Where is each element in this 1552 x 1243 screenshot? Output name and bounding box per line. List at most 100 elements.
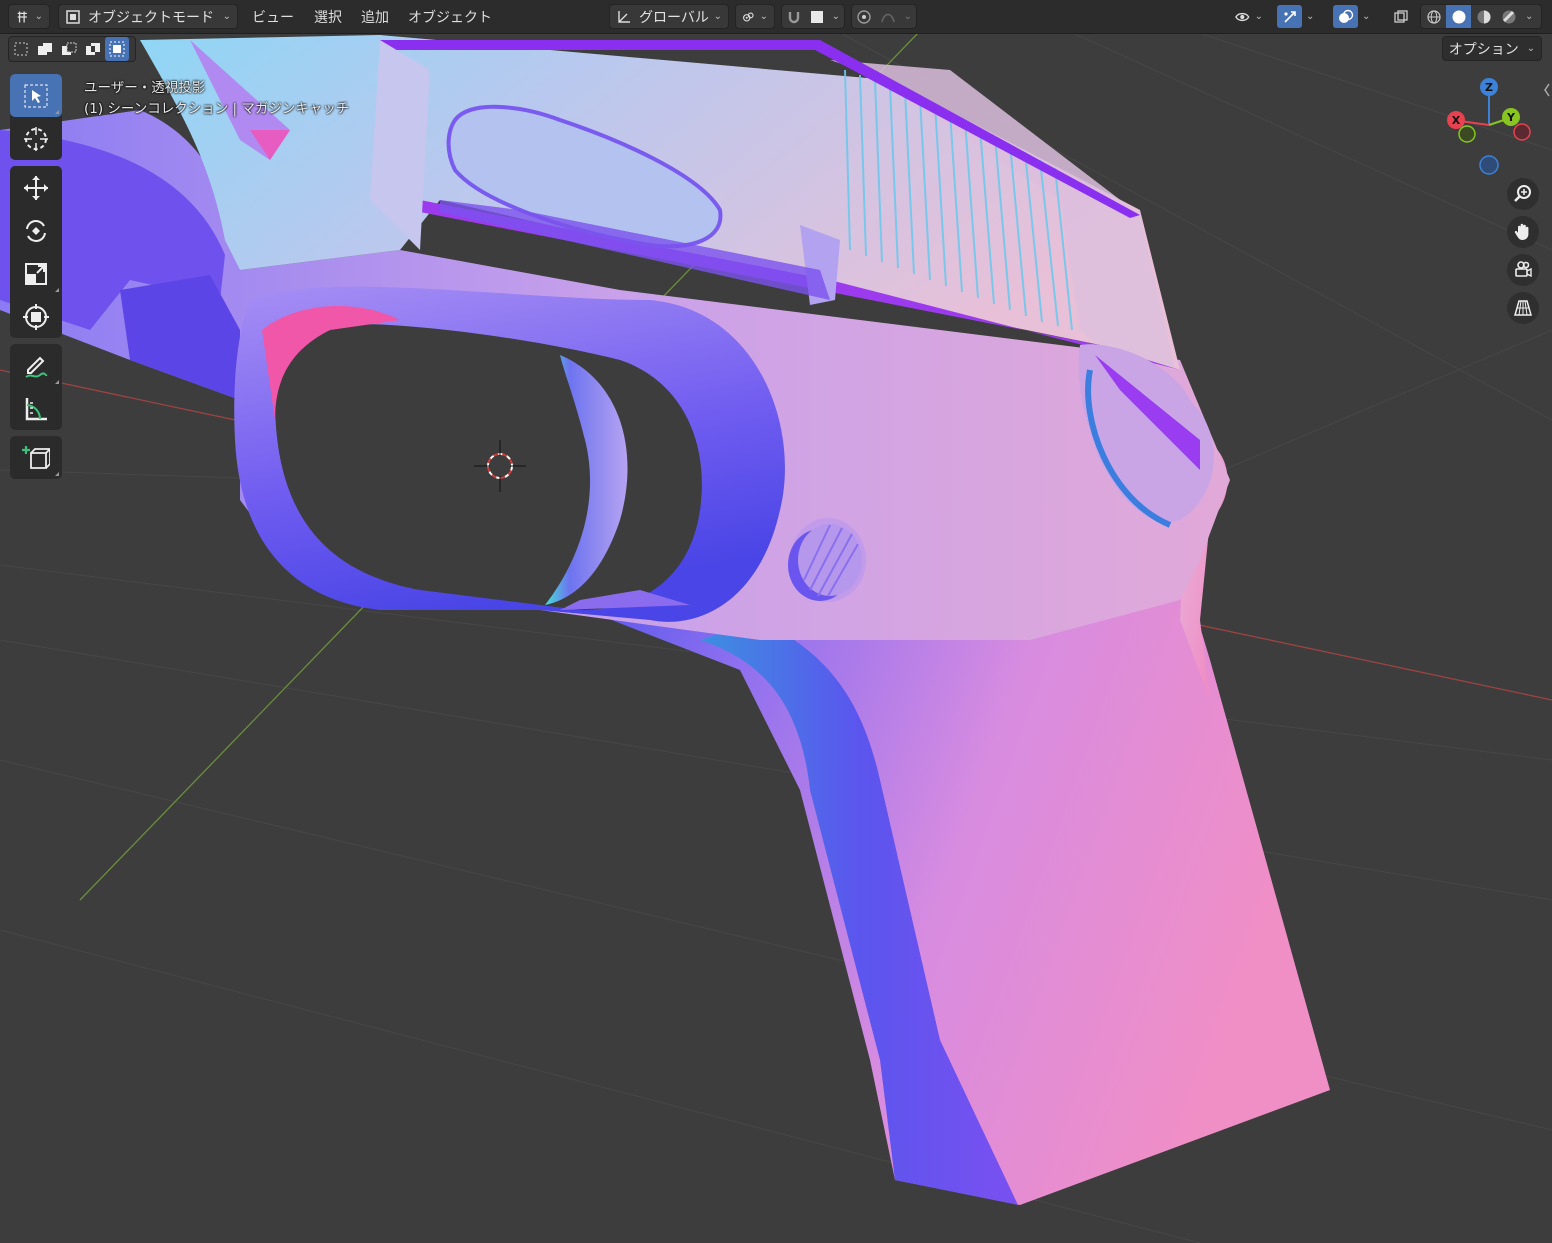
editor-type-button[interactable]: ⌄ xyxy=(8,4,50,29)
select-mode-subtract[interactable] xyxy=(57,37,81,61)
shading-group: ⌄ xyxy=(1420,4,1542,29)
proportional-edit-icon xyxy=(857,9,871,24)
chevron-down-icon: ⌄ xyxy=(831,11,840,22)
gizmo-group: ⌄ xyxy=(1276,4,1328,29)
visibility-dropdown[interactable]: ⌄ xyxy=(1228,4,1270,29)
shading-wireframe[interactable] xyxy=(1421,5,1446,28)
chevron-down-icon: ⌄ xyxy=(759,11,768,22)
gizmo-z-label: Z xyxy=(1485,81,1493,94)
rotate-tool[interactable] xyxy=(10,209,62,252)
wireframe-shading-icon xyxy=(1426,9,1441,24)
pivot-point-dropdown[interactable]: ⌄ xyxy=(735,4,775,29)
pistol-model[interactable] xyxy=(0,35,1330,1205)
transform-orientation-dropdown[interactable]: グローバル ⌄ xyxy=(609,4,729,29)
snap-toggle[interactable] xyxy=(782,5,806,28)
chevron-down-icon: ⌄ xyxy=(713,11,722,22)
selection-mode-group xyxy=(8,36,136,62)
pan-button[interactable] xyxy=(1507,216,1539,248)
select-extend-icon xyxy=(38,43,52,55)
add-cube-icon xyxy=(22,445,50,469)
menu-view[interactable]: ビュー xyxy=(252,7,294,27)
gizmo-toggle-icon xyxy=(1283,10,1296,23)
zoom-button[interactable] xyxy=(1507,178,1539,210)
select-box-icon xyxy=(24,84,48,107)
select-box-tool[interactable] xyxy=(10,74,62,117)
scale-icon xyxy=(25,262,47,285)
toolbar-select-group xyxy=(10,74,62,160)
select-difference-icon xyxy=(86,43,100,55)
select-mode-new[interactable] xyxy=(9,37,33,61)
snap-target-dropdown[interactable] xyxy=(806,5,827,28)
snap-target-icon xyxy=(810,10,823,23)
annotate-tool[interactable] xyxy=(10,344,62,387)
sidebar-toggle-icon[interactable] xyxy=(1544,83,1550,97)
menu-add[interactable]: 追加 xyxy=(361,7,389,27)
select-new-icon xyxy=(14,42,28,56)
overlay-group: ⌄ xyxy=(1332,4,1384,29)
cursor-tool[interactable] xyxy=(10,117,62,160)
collection-info-text: (1) シーンコレクション | マガジンキャッチ xyxy=(84,101,350,117)
chevron-down-icon: ⌄ xyxy=(903,11,912,22)
transform-icon xyxy=(23,303,49,330)
camera-view-icon xyxy=(1515,261,1532,278)
chevron-down-icon: ⌄ xyxy=(222,11,231,22)
toolbar-transform-group xyxy=(10,166,62,338)
select-subtract-icon xyxy=(62,42,77,55)
solid-shading-icon xyxy=(1452,10,1465,23)
overlay-toggle-icon xyxy=(1338,9,1353,23)
menu-select[interactable]: 選択 xyxy=(314,7,342,27)
gizmo-neg-x[interactable] xyxy=(1513,123,1531,141)
proportional-edit-toggle[interactable] xyxy=(852,5,876,28)
xray-toggle-icon xyxy=(1394,9,1408,23)
overlay-toggle[interactable] xyxy=(1333,5,1358,28)
mode-dropdown[interactable]: オブジェクトモード ⌄ xyxy=(58,4,238,29)
camera-view-button[interactable] xyxy=(1507,254,1539,286)
measure-icon xyxy=(25,397,47,420)
proportional-edit-group: ⌄ xyxy=(851,4,917,29)
gizmo-neg-z[interactable] xyxy=(1479,155,1499,175)
shading-rendered[interactable] xyxy=(1496,5,1521,28)
xray-toggle[interactable] xyxy=(1389,5,1413,28)
move-icon xyxy=(24,175,48,200)
view-name-text: ユーザー・透視投影 xyxy=(84,80,206,96)
rendered-shading-icon xyxy=(1502,10,1515,23)
viewport-scene[interactable]: Z Y X xyxy=(0,0,1552,1243)
annotate-icon xyxy=(25,356,48,378)
chevron-down-icon: ⌄ xyxy=(34,11,43,22)
chevron-down-icon: ⌄ xyxy=(1526,43,1536,54)
scale-tool[interactable] xyxy=(10,252,62,295)
chevron-down-icon: ⌄ xyxy=(1306,11,1315,22)
transform-tool[interactable] xyxy=(10,295,62,338)
toolbar-annotate-group xyxy=(10,344,62,430)
orientation-label: グローバル xyxy=(639,9,709,26)
falloff-curve-icon xyxy=(880,13,895,22)
measure-tool[interactable] xyxy=(10,387,62,430)
gizmo-x-label: X xyxy=(1452,114,1461,127)
options-label: オプション xyxy=(1448,41,1519,58)
gizmo-neg-y[interactable] xyxy=(1458,125,1476,143)
menu-object[interactable]: オブジェクト xyxy=(408,7,492,27)
options-dropdown[interactable]: オプション ⌄ xyxy=(1442,36,1542,61)
3d-viewport[interactable]: Z Y X xyxy=(0,0,1552,1243)
shading-solid[interactable] xyxy=(1446,5,1471,28)
eye-visibility-icon xyxy=(1235,12,1250,21)
orthographic-grid-icon xyxy=(1514,300,1532,316)
shading-material-preview[interactable] xyxy=(1471,5,1496,28)
pivot-point-icon xyxy=(743,12,754,21)
select-intersect-icon xyxy=(109,41,125,57)
xray-group xyxy=(1388,4,1414,29)
select-mode-extend[interactable] xyxy=(33,37,57,61)
cursor-icon xyxy=(24,126,48,151)
proportional-falloff-dropdown[interactable] xyxy=(876,5,900,28)
gizmo-toggle[interactable] xyxy=(1277,5,1302,28)
add-cube-tool[interactable] xyxy=(10,436,62,479)
viewport-header: ⌄ オブジェクトモード ⌄ ビュー 選択 追加 オブジェクト グローバル ⌄ ⌄… xyxy=(0,0,1552,34)
select-mode-intersect[interactable] xyxy=(105,37,129,61)
rotate-icon xyxy=(26,219,46,242)
navigation-gizmo[interactable]: Z Y X xyxy=(1447,78,1531,175)
move-tool[interactable] xyxy=(10,166,62,209)
orthographic-toggle-button[interactable] xyxy=(1507,292,1539,324)
orientation-axes-icon xyxy=(618,10,630,23)
gizmo-y-label: Y xyxy=(1506,111,1516,124)
select-mode-difference[interactable] xyxy=(81,37,105,61)
